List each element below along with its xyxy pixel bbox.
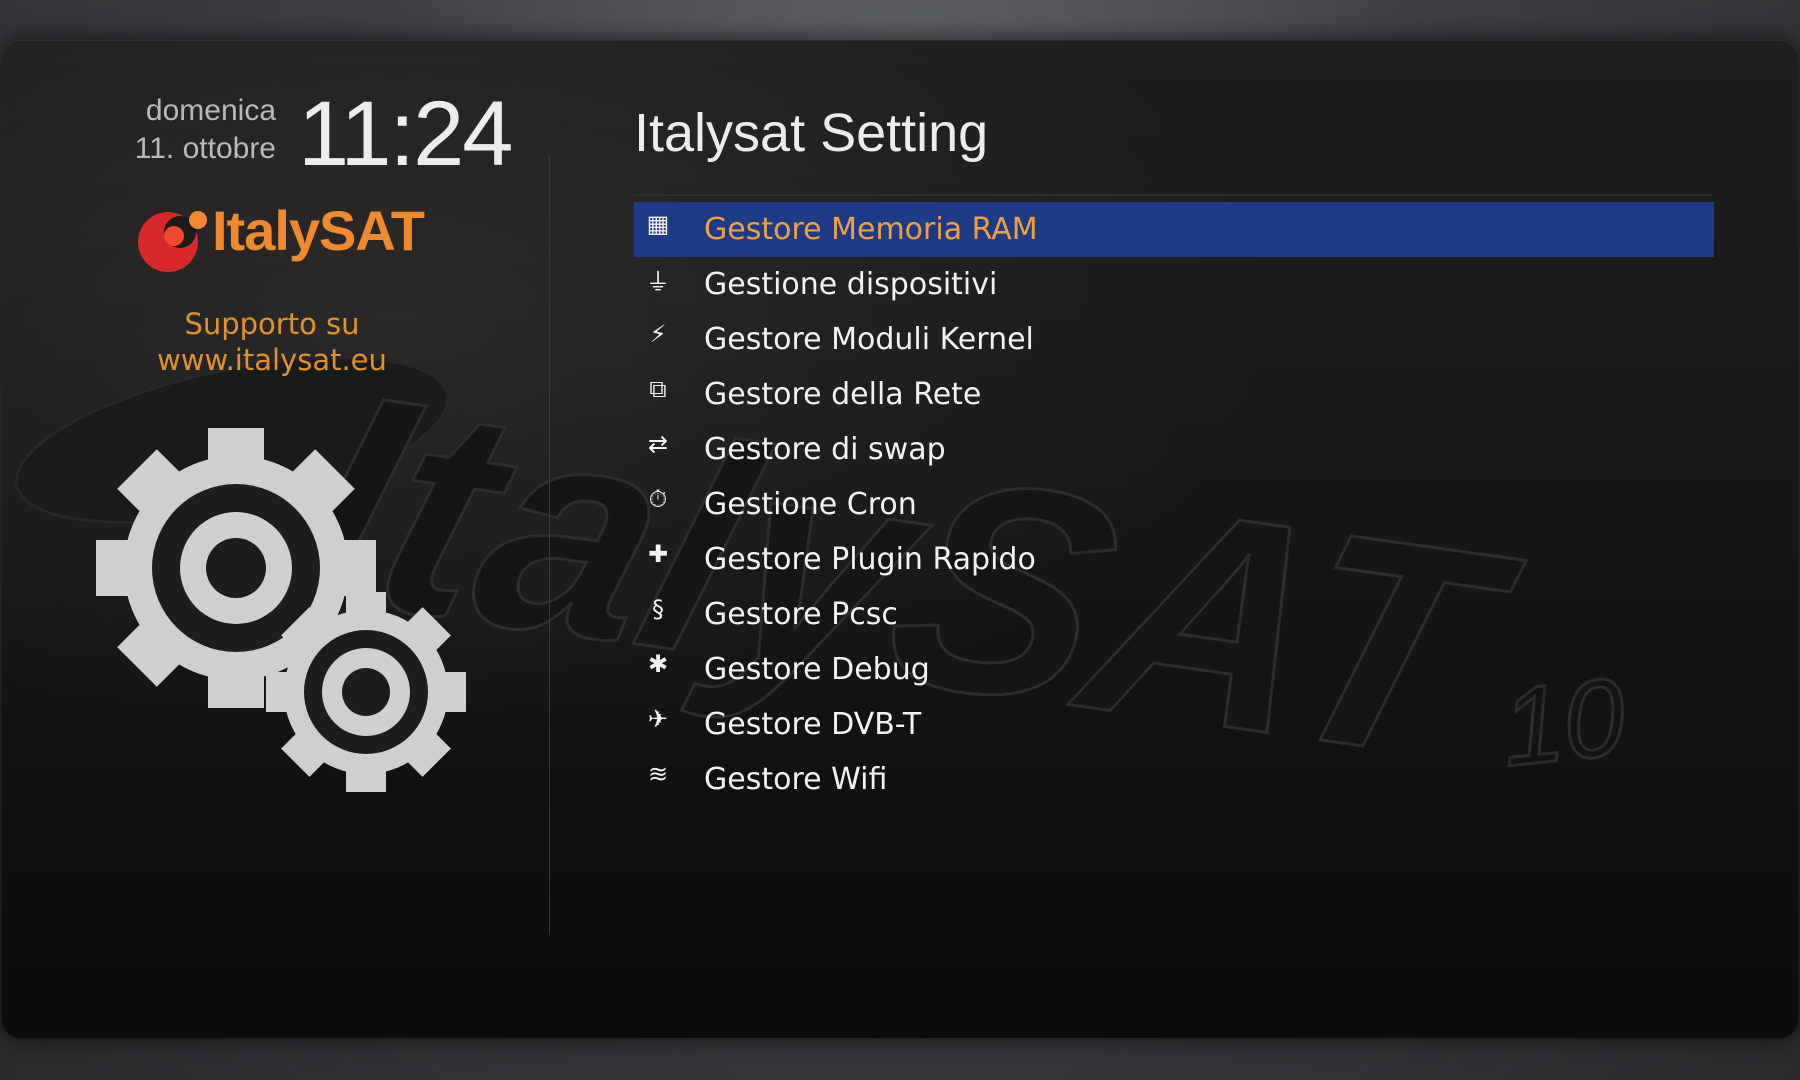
main-panel: ItalySAT 10 domenica 11. ottobre 11:24 I… — [2, 40, 1798, 1038]
italysat-logo: ItalySAT — [134, 198, 434, 276]
menu-item-label: Gestore Wifi — [704, 762, 888, 797]
menu-item-label: Gestore Pcsc — [704, 597, 898, 632]
menu-item-label: Gestore Memoria RAM — [704, 212, 1038, 247]
stopwatch-icon: ⏱ — [648, 485, 668, 513]
menu-item[interactable]: § Gestore Pcsc — [634, 587, 1714, 642]
menu-item[interactable]: ⏚ Gestione dispositivi — [634, 257, 1714, 312]
menu-item[interactable]: ⏱ Gestione Cron — [634, 477, 1714, 532]
memory-chip-icon: ▦ — [646, 210, 670, 238]
menu-item-label: Gestione Cron — [704, 487, 917, 522]
clock-time: 11:24 — [298, 83, 513, 185]
title-divider — [634, 194, 1712, 196]
sidebar-divider — [549, 155, 550, 935]
menu-item[interactable]: ✚ Gestore Plugin Rapido — [634, 532, 1714, 587]
menu-item[interactable]: ⇄ Gestore di swap — [634, 422, 1714, 477]
menu-item[interactable]: ⚡ Gestore Moduli Kernel — [634, 312, 1714, 367]
page-title: Italysat Setting — [634, 103, 989, 163]
menu-item[interactable]: ≋ Gestore Wifi — [634, 752, 1714, 807]
menu-item[interactable]: ⧉ Gestore della Rete — [634, 367, 1714, 422]
menu-item[interactable]: ▦ Gestore Memoria RAM — [634, 202, 1714, 257]
settings-gears-icon — [96, 428, 466, 792]
support-url: www.italysat.eu — [157, 343, 387, 377]
menu-item[interactable]: ✈ Gestore DVB-T — [634, 697, 1714, 752]
support-label: Supporto su — [184, 307, 360, 341]
menu-item-label: Gestore della Rete — [704, 377, 982, 412]
menu-item-label: Gestore Moduli Kernel — [704, 322, 1034, 357]
menu-item-label: Gestore DVB-T — [704, 707, 922, 742]
network-icon: ⧉ — [649, 375, 667, 403]
bug-icon: ✱ — [647, 650, 669, 678]
clock-date: domenica 11. ottobre — [135, 92, 276, 168]
clock-day: 11. ottobre — [134, 132, 276, 165]
clock-weekday: domenica — [145, 94, 276, 127]
satellite-dish-icon: ✈ — [647, 705, 669, 733]
menu-item-label: Gestore di swap — [704, 432, 946, 467]
settings-menu: ▦ Gestore Memoria RAM ⏚ Gestione dispositiv… — [634, 202, 1714, 807]
puzzle-icon: ✚ — [647, 540, 669, 568]
swap-arrows-icon: ⇄ — [647, 430, 669, 458]
logo-text: ItalySAT — [212, 199, 425, 262]
menu-item[interactable]: ✱ Gestore Debug — [634, 642, 1714, 697]
menu-item-label: Gestione dispositivi — [704, 267, 998, 302]
lightning-icon: ⚡ — [649, 320, 667, 348]
logo-emblem-icon — [138, 211, 207, 272]
card-reader-icon: § — [652, 595, 664, 623]
menu-item-label: Gestore Debug — [704, 652, 930, 687]
menu-item-label: Gestore Plugin Rapido — [704, 542, 1036, 577]
usb-icon: ⏚ — [646, 267, 670, 296]
wifi-icon: ≋ — [647, 760, 669, 788]
